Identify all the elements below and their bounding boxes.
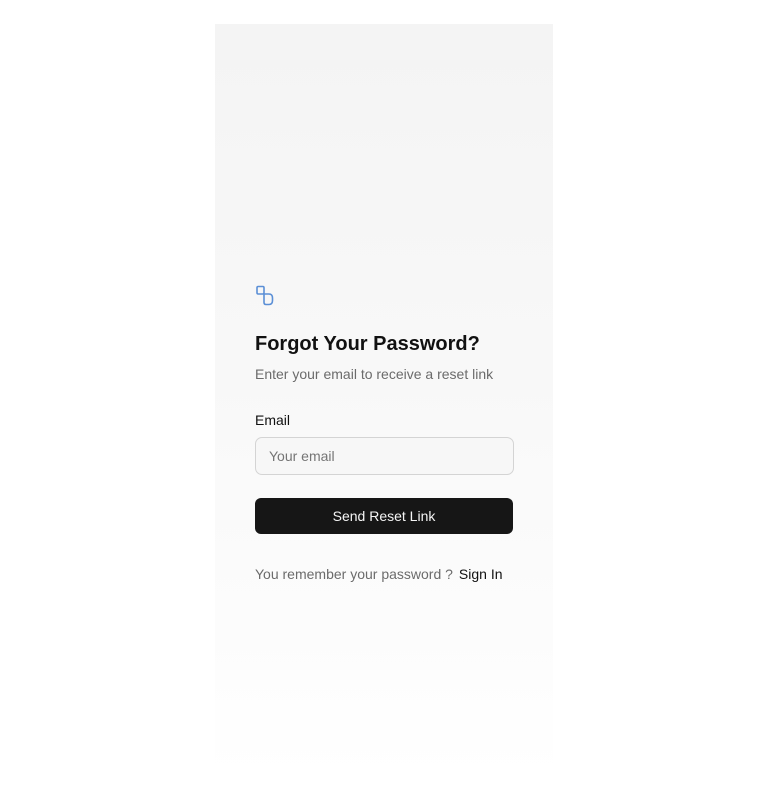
page-title: Forgot Your Password? bbox=[255, 333, 480, 355]
auth-panel: Forgot Your Password? Enter your email t… bbox=[215, 24, 553, 776]
remember-password-text: You remember your password ? bbox=[255, 566, 453, 582]
email-field[interactable] bbox=[255, 437, 514, 475]
sign-in-prompt: You remember your password ? Sign In bbox=[255, 564, 513, 584]
brand-logo-icon bbox=[256, 285, 274, 306]
email-label: Email bbox=[255, 412, 291, 428]
page-subtitle: Enter your email to receive a reset link bbox=[255, 366, 494, 382]
forgot-password-form: Forgot Your Password? Enter your email t… bbox=[255, 285, 514, 584]
send-reset-link-button[interactable]: Send Reset Link bbox=[255, 498, 513, 534]
sign-in-link[interactable]: Sign In bbox=[459, 566, 503, 582]
